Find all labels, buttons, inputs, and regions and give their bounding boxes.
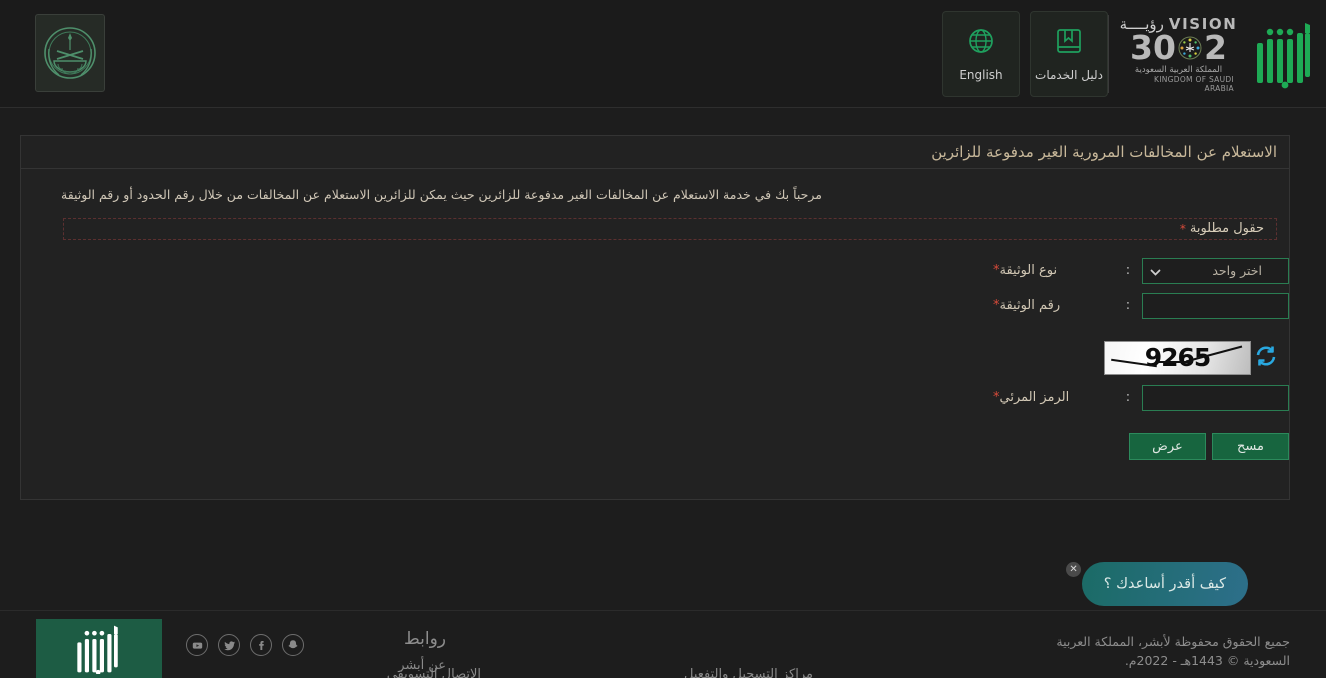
chat-prompt-bubble[interactable]: كيف أقدر أساعدك ؟: [1081, 562, 1248, 606]
services-guide-label: دليل الخدمات: [1035, 67, 1103, 82]
chat-prompt-text: كيف أقدر أساعدك ؟: [1103, 576, 1226, 592]
captcha-image-row: 9265: [21, 335, 1289, 381]
form-row-captcha-input: : الرمز المرئي*: [21, 381, 1289, 415]
document-number-label: رقم الوثيقة*: [967, 298, 1117, 313]
page-root: VISION رؤيــــة 2 30 المملكة العربية الس…: [0, 0, 1326, 678]
youtube-icon[interactable]: [186, 634, 208, 656]
vision-digit-30: 30: [1130, 28, 1176, 67]
form-actions: مسح عرض: [600, 432, 1289, 460]
header-right-cluster: VISION رؤيــــة 2 30 المملكة العربية الس…: [920, 0, 1326, 108]
footer-links-title: روابط: [403, 629, 446, 649]
vision-subtitle-en: KINGDOM OF SAUDI ARABIA: [1154, 75, 1234, 93]
document-number-label-text: رقم الوثيقة: [999, 298, 1061, 313]
captcha-input[interactable]: [1142, 384, 1289, 411]
document-type-select[interactable]: اختر واحد: [1142, 257, 1289, 284]
facebook-icon[interactable]: [250, 634, 272, 656]
captcha-colon: :: [1125, 390, 1131, 405]
language-english-button[interactable]: English: [942, 11, 1020, 97]
services-guide-book-icon: [1055, 27, 1083, 59]
footer-links-column-2: مراكز التسجيل والتفعيل: [684, 667, 813, 678]
vision-2030-logo: VISION رؤيــــة 2 30 المملكة العربية الس…: [1108, 15, 1236, 93]
captcha-noise-line: [1157, 360, 1193, 363]
language-english-label: English: [959, 67, 1003, 82]
footer-link-registration-centers[interactable]: مراكز التسجيل والتفعيل: [684, 667, 813, 678]
form-row-document-type: اختر واحد : نوع الوثيقة*: [21, 254, 1289, 288]
document-type-selected-value: اختر واحد: [1212, 263, 1262, 278]
site-footer: روابط عن أبشر مراكز التسجيل والتفعيل الا…: [0, 610, 1326, 678]
service-panel: الاستعلام عن المخالفات المرورية الغير مد…: [20, 135, 1290, 500]
required-asterisk: *: [1179, 221, 1186, 236]
document-number-input[interactable]: [1142, 292, 1289, 319]
vision-emblem-icon: [1177, 35, 1203, 61]
services-guide-button[interactable]: دليل الخدمات: [1030, 11, 1108, 97]
document-type-colon: :: [1125, 263, 1131, 278]
footer-copyright: جميع الحقوق محفوظة لأبشر، المملكة العربي…: [1056, 634, 1290, 668]
absher-logo: [1240, 11, 1326, 97]
document-type-control: اختر واحد: [1139, 257, 1289, 284]
captcha-refresh-button[interactable]: [1251, 344, 1281, 372]
document-type-label: نوع الوثيقة*: [967, 263, 1117, 278]
chat-close-icon[interactable]: ✕: [1066, 562, 1081, 577]
twitter-icon[interactable]: [218, 634, 240, 656]
snapchat-icon[interactable]: [282, 634, 304, 656]
footer-absher-logo: [36, 619, 162, 678]
clear-button[interactable]: مسح: [1212, 432, 1289, 460]
form-row-document-number: : رقم الوثيقة*: [21, 289, 1289, 323]
captcha-input-control: [1139, 384, 1289, 411]
page-title: الاستعلام عن المخالفات المرورية الغير مد…: [931, 143, 1277, 161]
captcha-label: الرمز المرئي*: [967, 390, 1117, 405]
ministry-of-interior-emblem-icon: [35, 14, 105, 92]
site-header: VISION رؤيــــة 2 30 المملكة العربية الس…: [0, 0, 1326, 108]
document-type-label-text: نوع الوثيقة: [999, 263, 1058, 278]
required-fields-label: حقول مطلوبة: [1189, 221, 1264, 236]
vision-subtitle-ar: المملكة العربية السعودية: [1134, 65, 1223, 75]
refresh-icon: [1254, 344, 1278, 372]
captcha-label-text: الرمز المرئي: [999, 390, 1070, 405]
document-number-colon: :: [1125, 298, 1131, 313]
required-fields-note: حقول مطلوبة *: [63, 217, 1277, 240]
footer-link-marketing-contact[interactable]: الاتصال التسويقي: [281, 667, 481, 678]
inquiry-form: اختر واحد : نوع الوثيقة*: رقم الوثيقة* …: [21, 254, 1289, 460]
social-links: [186, 634, 304, 656]
panel-header: الاستعلام عن المخالفات المرورية الغير مد…: [21, 136, 1289, 169]
panel-description: مرحباً بك في خدمة الاستعلام عن المخالفات…: [61, 187, 822, 202]
document-number-control: [1139, 292, 1289, 319]
captcha-image: 9265: [1104, 340, 1251, 375]
vision-digit-2: 2: [1203, 28, 1227, 67]
submit-button[interactable]: عرض: [1129, 432, 1206, 460]
globe-icon: [967, 27, 995, 59]
footer-links-column-3: الاتصال التسويقي: [281, 667, 481, 678]
